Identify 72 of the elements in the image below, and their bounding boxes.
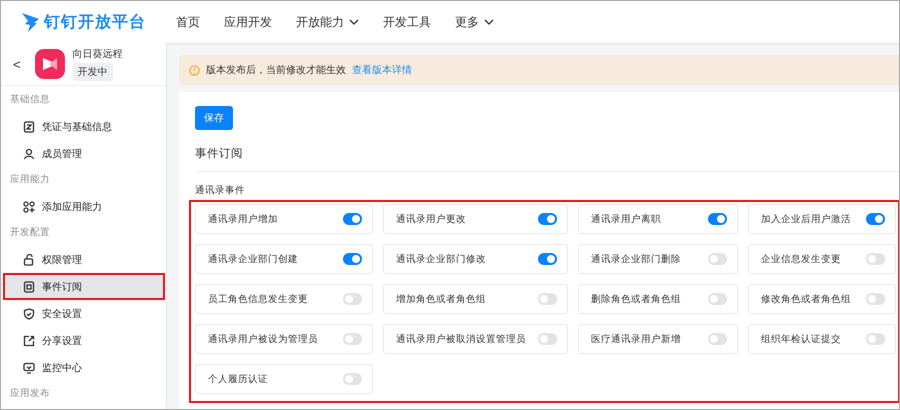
monitor-icon <box>23 362 35 374</box>
event-label: 通讯录企业部门删除 <box>591 252 681 266</box>
status-tag: 开发中 <box>72 63 113 81</box>
nav-link[interactable]: 开发工具 <box>383 14 431 30</box>
event-label: 通讯录企业部门创建 <box>208 252 298 266</box>
app-logo-icon <box>34 49 65 79</box>
app-name: 向日葵远程 <box>72 48 123 61</box>
nav-link[interactable]: 首页 <box>176 14 200 30</box>
event-label: 企业信息发生变更 <box>761 252 841 266</box>
toggle-switch[interactable] <box>708 293 727 305</box>
info-icon <box>189 64 200 76</box>
toggle-switch[interactable] <box>343 373 362 385</box>
event-label: 修改角色或者角色组 <box>761 292 851 306</box>
save-button[interactable]: 保存 <box>195 106 233 130</box>
shield-icon <box>23 308 35 320</box>
doc-icon <box>23 280 35 292</box>
event-label: 通讯录用户更改 <box>396 212 466 226</box>
event-label: 员工角色信息发生变更 <box>208 292 308 306</box>
nav-link[interactable]: 开放能力 <box>296 14 359 30</box>
event-label: 通讯录用户被设为管理员 <box>208 332 318 346</box>
sidebar-item[interactable]: 凭证与基础信息 <box>1 113 166 140</box>
sidebar-group-label: 应用发布 <box>9 387 51 401</box>
toggle-switch[interactable] <box>538 293 557 305</box>
chevron-down-icon <box>484 19 494 25</box>
sidebar-group-label: 开发配置 <box>9 226 51 240</box>
sidebar-item[interactable]: 分享设置 <box>1 327 166 354</box>
nav-link[interactable]: 应用开发 <box>224 14 272 30</box>
toggle-switch[interactable] <box>343 293 362 305</box>
toggle-switch[interactable] <box>866 253 885 265</box>
person-icon <box>23 148 35 160</box>
toggle-switch[interactable] <box>866 333 885 345</box>
logo-text: 钉钉开放平台 <box>44 12 146 32</box>
sidebar-item[interactable]: 成员管理 <box>1 140 166 167</box>
event-label: 通讯录企业部门修改 <box>396 252 486 266</box>
section-title: 事件订阅 <box>195 146 244 162</box>
event-label: 删除角色或者角色组 <box>591 292 681 306</box>
sidebar-group-label: 应用能力 <box>9 173 51 187</box>
lock-icon <box>23 254 35 266</box>
events-group-title: 通讯录事件 <box>195 184 246 197</box>
event-label: 增加角色或者角色组 <box>396 292 486 306</box>
toggle-switch[interactable] <box>708 253 727 265</box>
chevron-down-icon <box>349 19 359 25</box>
event-label: 医疗通讯录用户新增 <box>591 332 681 346</box>
back-button[interactable]: < <box>7 56 27 72</box>
nav-link[interactable]: 更多 <box>455 14 494 30</box>
toggle-switch[interactable] <box>343 333 362 345</box>
sidebar-item[interactable]: 事件订阅 <box>3 273 165 300</box>
event-label: 通讯录用户被取消设置管理员 <box>396 332 526 346</box>
event-label: 个人履历认证 <box>208 372 268 386</box>
toggle-switch[interactable] <box>343 213 362 225</box>
toggle-switch[interactable] <box>866 293 885 305</box>
logo-icon <box>21 11 41 33</box>
share-icon <box>23 334 35 346</box>
toggle-switch[interactable] <box>343 253 362 265</box>
card-icon <box>23 120 35 132</box>
toggle-switch[interactable] <box>538 333 557 345</box>
toggle-switch[interactable] <box>708 213 727 225</box>
apps-icon <box>23 200 35 212</box>
event-label: 加入企业后用户激活 <box>761 212 851 226</box>
sidebar-item[interactable]: 添加应用能力 <box>1 193 166 220</box>
toggle-switch[interactable] <box>538 253 557 265</box>
sidebar-item[interactable]: 监控中心 <box>1 354 166 381</box>
event-label: 通讯录用户离职 <box>591 212 661 226</box>
event-label: 通讯录用户增加 <box>208 212 278 226</box>
notice-text: 版本发布后，当前修改才能生效 <box>206 64 346 77</box>
sidebar-group-label: 基础信息 <box>9 93 51 107</box>
sidebar-item[interactable]: 安全设置 <box>1 300 166 327</box>
sidebar-item[interactable]: 权限管理 <box>1 246 166 273</box>
toggle-switch[interactable] <box>538 213 557 225</box>
toggle-switch[interactable] <box>708 333 727 345</box>
toggle-switch[interactable] <box>866 213 885 225</box>
event-label: 组织年检认证提交 <box>761 332 841 346</box>
